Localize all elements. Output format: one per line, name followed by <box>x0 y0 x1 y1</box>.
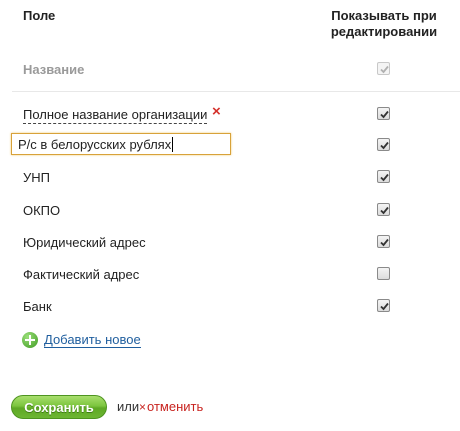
field-column-header: Поле <box>23 8 56 23</box>
field-label-unp: УНП <box>23 170 50 185</box>
field-row-okpo: ОКПО <box>0 199 460 225</box>
show-column-header-line2: редактировании <box>330 24 438 39</box>
field-label-actual-address: Фактический адрес <box>23 267 140 282</box>
show-checkbox-okpo[interactable] <box>377 203 390 216</box>
field-row-unp: УНП <box>0 166 460 192</box>
cancel-x-icon[interactable]: × <box>139 400 146 414</box>
field-label-legal-address: Юридический адрес <box>23 235 146 250</box>
field-row-legal-address: Юридический адрес <box>0 231 460 257</box>
plus-circle-icon[interactable] <box>22 332 38 348</box>
show-column-header: Показывать при редактировании <box>320 8 448 40</box>
show-checkbox-full-name[interactable] <box>377 107 390 120</box>
header-divider <box>12 91 460 92</box>
field-name-edit-box[interactable] <box>11 133 231 155</box>
show-checkbox-account-byr[interactable] <box>377 138 390 151</box>
text-caret <box>172 137 174 152</box>
show-column-header-line1: Показывать при <box>331 8 437 23</box>
or-separator: или <box>117 399 140 414</box>
show-checkbox-bank[interactable] <box>377 299 390 312</box>
delete-icon[interactable]: × <box>212 104 224 119</box>
field-row-name: Название <box>0 58 460 84</box>
field-label-name: Название <box>23 62 85 77</box>
show-checkbox-unp[interactable] <box>377 170 390 183</box>
field-label-full-name[interactable]: Полное название организации <box>23 107 208 124</box>
field-row-actual-address: Фактический адрес <box>0 263 460 289</box>
field-row-account-byr <box>0 133 460 159</box>
add-new-field-label[interactable]: Добавить новое <box>44 333 141 348</box>
field-label-okpo: ОКПО <box>23 203 61 218</box>
show-checkbox-legal-address[interactable] <box>377 235 390 248</box>
cancel-label[interactable]: отменить <box>147 399 203 414</box>
save-button[interactable]: Сохранить <box>11 395 107 419</box>
field-name-input[interactable] <box>18 135 228 153</box>
show-checkbox-name <box>377 62 390 75</box>
cancel-link[interactable]: ×отменить <box>139 399 203 414</box>
show-checkbox-actual-address[interactable] <box>377 267 390 280</box>
field-row-full-name: Полное название организации × <box>0 103 460 129</box>
field-row-bank: Банк <box>0 295 460 321</box>
field-label-bank: Банк <box>23 299 52 314</box>
